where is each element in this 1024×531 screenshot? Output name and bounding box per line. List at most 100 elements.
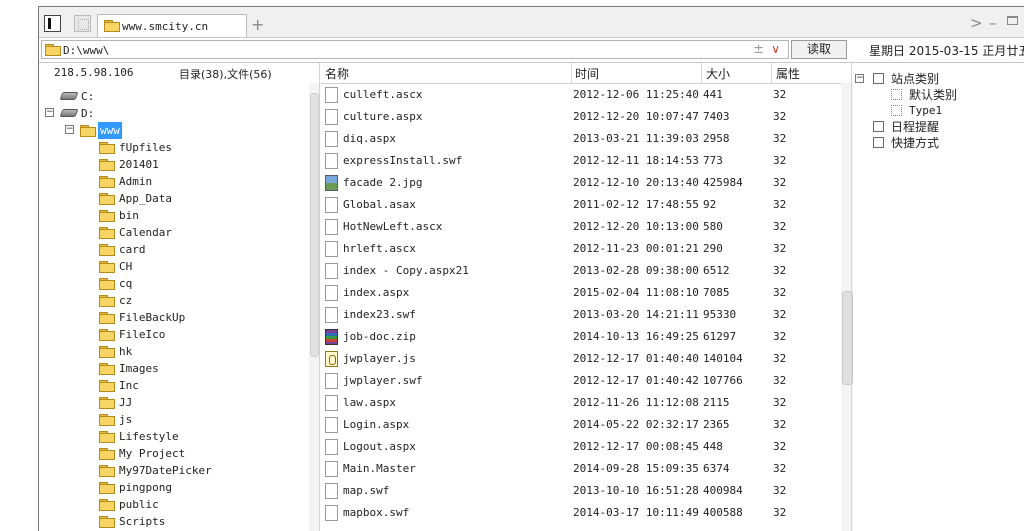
file-size: 773	[703, 154, 723, 167]
file-row[interactable]: index.aspx 2015-02-04 11:08:10 7085 32	[321, 282, 841, 304]
folder-icon	[99, 414, 115, 426]
file-row[interactable]: index23.swf 2013-03-20 14:21:11 95330 32	[321, 304, 841, 326]
file-size: 400588	[703, 506, 743, 519]
collapse-icon[interactable]: −	[45, 108, 54, 117]
schedule-label: 日程提醒	[891, 120, 940, 134]
divider[interactable]	[319, 63, 320, 531]
file-icon	[325, 417, 338, 433]
file-row[interactable]: diq.aspx 2013-03-21 11:39:03 2958 32	[321, 128, 841, 150]
divider[interactable]	[851, 63, 852, 531]
folder-icon	[99, 227, 115, 239]
file-name: culleft.ascx	[343, 88, 423, 101]
tree-label: pingpong	[119, 481, 172, 494]
panel-toggle-icon[interactable]	[44, 15, 61, 32]
file-attr: 32	[773, 374, 787, 387]
file-attr: 32	[773, 352, 787, 365]
file-row[interactable]: jwplayer.swf 2012-12-17 01:40:42 107766 32	[321, 370, 841, 392]
tree-label: CH	[119, 260, 133, 273]
file-row[interactable]: culleft.ascx 2012-12-06 11:25:40 441 32	[321, 84, 841, 106]
file-attr: 32	[773, 242, 787, 255]
file-row[interactable]: map.swf 2013-10-10 16:51:28 400984 32	[321, 480, 841, 502]
folder-icon	[99, 380, 115, 392]
file-size: 290	[703, 242, 723, 255]
file-name: job-doc.zip	[343, 330, 416, 343]
file-name: map.swf	[343, 484, 390, 497]
file-attr: 32	[773, 330, 787, 343]
file-time: 2013-10-10 16:51:28	[573, 484, 699, 497]
shortcuts-label: 快捷方式	[891, 136, 940, 150]
maximize-button[interactable]	[1007, 16, 1018, 25]
chevron-down-icon[interactable]: ∨	[771, 42, 780, 56]
file-row[interactable]: hrleft.ascx 2012-11-23 00:01:21 290 32	[321, 238, 841, 260]
new-blank-icon[interactable]	[74, 15, 91, 32]
path-input[interactable]: D:\www\ ± ∨	[41, 40, 789, 59]
file-row[interactable]: Global.asax 2011-02-12 17:48:55 92 32	[321, 194, 841, 216]
folder-icon	[99, 431, 115, 443]
file-time: 2014-09-28 15:09:35	[573, 462, 699, 475]
folder-icon	[99, 193, 115, 205]
site-category-label: Type1	[909, 104, 943, 117]
file-row[interactable]: jwplayer.js 2012-12-17 01:40:40 140104 32	[321, 348, 841, 370]
tree-label: 201401	[119, 158, 159, 171]
file-attr: 32	[773, 110, 787, 123]
item-counts: 目录(38),文件(56)	[179, 68, 272, 81]
file-time: 2013-02-28 09:38:00	[573, 264, 699, 277]
column-separator[interactable]	[771, 63, 772, 83]
tab-label: www.smcity.cn	[122, 20, 209, 33]
read-button[interactable]: 读取	[791, 40, 847, 59]
file-icon	[325, 285, 338, 301]
column-attr[interactable]: 属性	[776, 65, 800, 82]
file-row[interactable]: mapbox.swf 2014-03-17 10:11:49 400588 32	[321, 502, 841, 524]
column-separator[interactable]	[701, 63, 702, 83]
file-row[interactable]: Logout.aspx 2012-12-17 00:08:45 448 32	[321, 436, 841, 458]
file-row[interactable]: Main.Master 2014-09-28 15:09:35 6374 32	[321, 458, 841, 480]
file-attr: 32	[773, 484, 787, 497]
file-name: HotNewLeft.ascx	[343, 220, 443, 233]
file-row[interactable]: law.aspx 2012-11-26 11:12:08 2115 32	[321, 392, 841, 414]
scroll-thumb[interactable]	[310, 93, 319, 357]
file-icon	[325, 219, 338, 235]
file-size: 441	[703, 88, 723, 101]
chevron-right-icon[interactable]: >	[970, 14, 983, 32]
file-manager-window: www.smcity.cn + > – D:\www\ ± ∨ 读取 星期日 2…	[38, 6, 1024, 531]
file-time: 2013-03-21 11:39:03	[573, 132, 699, 145]
column-size[interactable]: 大小	[706, 65, 730, 82]
tree-label: Inc	[119, 379, 139, 392]
file-row[interactable]: HotNewLeft.ascx 2012-12-20 10:13:00 580 32	[321, 216, 841, 238]
image-file-icon	[325, 175, 338, 191]
file-row[interactable]: facade 2.jpg 2012-12-10 20:13:40 425984 32	[321, 172, 841, 194]
file-attr: 32	[773, 154, 787, 167]
column-time[interactable]: 时间	[575, 65, 599, 82]
file-row[interactable]: expressInstall.swf 2012-12-11 18:14:53 773…	[321, 150, 841, 172]
category-icon	[873, 73, 884, 84]
tree-label: hk	[119, 345, 133, 358]
file-size: 2365	[703, 418, 730, 431]
minimize-button[interactable]: –	[989, 14, 997, 32]
column-separator[interactable]	[571, 63, 572, 83]
file-row[interactable]: culture.aspx 2012-12-20 10:07:47 7403 32	[321, 106, 841, 128]
file-time: 2013-03-20 14:21:11	[573, 308, 699, 321]
tree-label: cq	[119, 277, 133, 290]
add-tab-button[interactable]: +	[251, 15, 264, 34]
tree-scrollbar[interactable]	[309, 83, 319, 531]
collapse-icon[interactable]: −	[65, 125, 74, 134]
file-icon	[325, 131, 338, 147]
file-row[interactable]: Login.aspx 2014-05-22 02:32:17 2365 32	[321, 414, 841, 436]
tree-label: cz	[119, 294, 133, 307]
tree-label: Lifestyle	[119, 430, 179, 443]
file-name: facade 2.jpg	[343, 176, 423, 189]
file-row[interactable]: job-doc.zip 2014-10-13 16:49:25 61297 32	[321, 326, 841, 348]
file-row[interactable]: index - Copy.aspx21 2013-02-28 09:38:00 65…	[321, 260, 841, 282]
file-attr: 32	[773, 198, 787, 211]
file-attr: 32	[773, 418, 787, 431]
file-icon	[325, 439, 338, 455]
folder-icon	[99, 142, 115, 154]
column-name[interactable]: 名称	[325, 65, 349, 82]
plus-minus-icon[interactable]: ±	[753, 42, 764, 57]
file-attr: 32	[773, 220, 787, 233]
folder-icon	[99, 278, 115, 290]
file-size: 425984	[703, 176, 743, 189]
drive-icon	[59, 92, 79, 100]
collapse-icon[interactable]: −	[855, 74, 864, 83]
tab-www-smcity[interactable]: www.smcity.cn	[97, 14, 247, 37]
